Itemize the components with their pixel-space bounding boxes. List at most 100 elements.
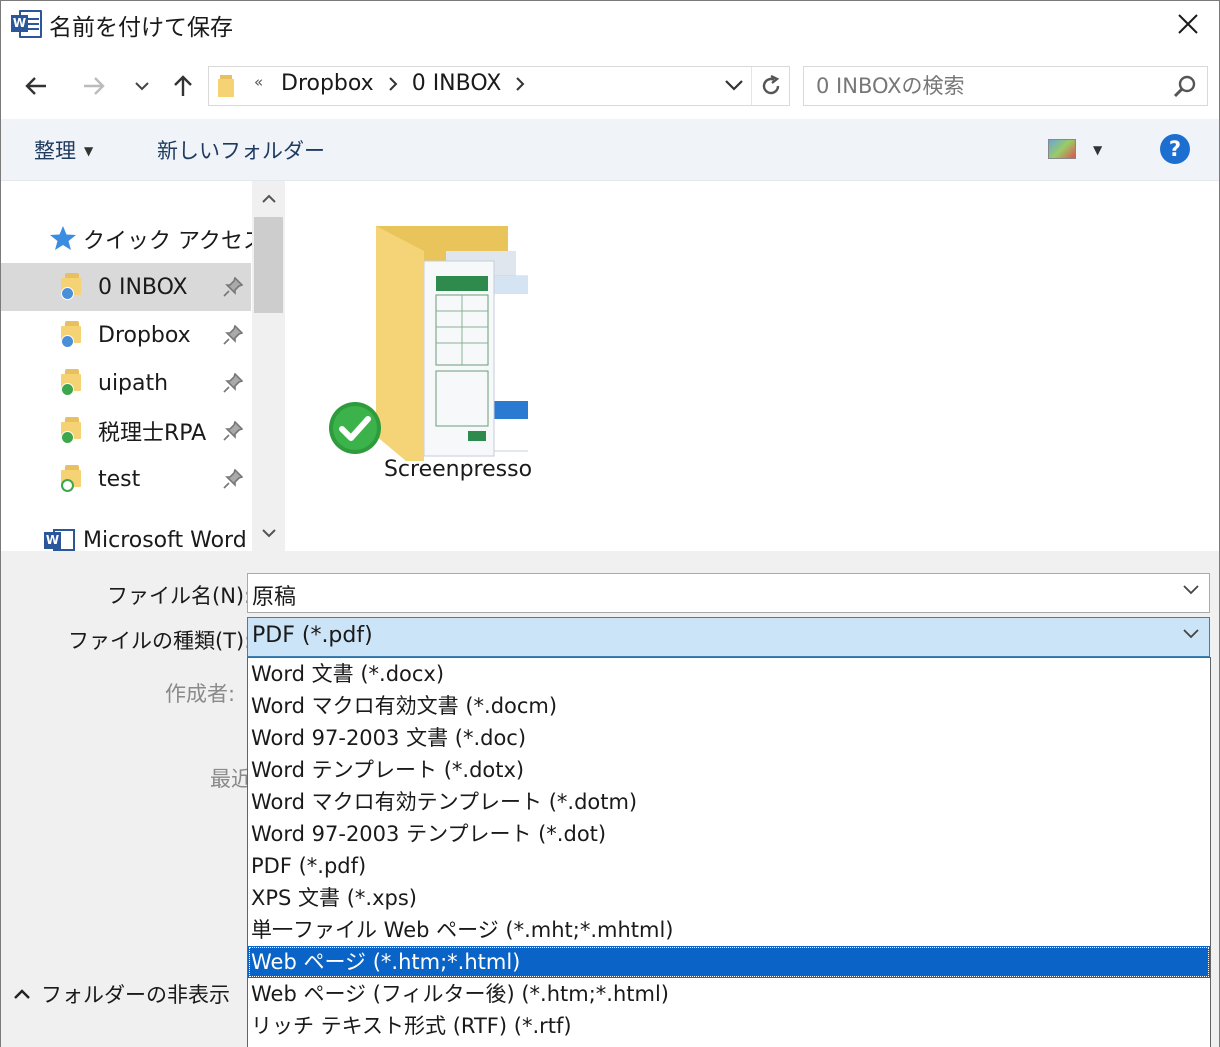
sidebar-item-dropbox[interactable]: Dropbox [1,311,251,359]
new-folder-button[interactable]: 新しいフォルダー [157,135,325,165]
filename-label: ファイル名(N): [107,584,252,608]
filetype-option[interactable]: Word マクロ有効文書 (*.docm) [248,690,1210,722]
folder-name: Screenpresso [383,457,533,482]
author-label: 作成者: [165,682,236,706]
organize-button[interactable]: 整理 ▼ [34,135,93,165]
filetype-option[interactable]: Web ページ (フィルター後) (*.htm;*.html) [248,978,1210,1010]
filetype-option[interactable]: XPS 文書 (*.xps) [248,882,1210,914]
close-icon [1178,14,1198,34]
arrow-left-icon [25,77,46,95]
breadcrumb: Dropbox 0 INBOX [281,71,539,96]
folder-icon [61,273,83,300]
sync-status-icon [61,287,74,300]
chevron-down-icon [261,529,276,538]
breadcrumb-item[interactable]: Dropbox [281,71,374,96]
breadcrumb-item[interactable]: 0 INBOX [412,71,502,96]
filetype-option[interactable]: Word マクロ有効テンプレート (*.dotm) [248,786,1210,818]
sidebar-item-microsoft-word[interactable]: Microsoft Word [83,528,247,551]
filetype-option[interactable]: リッチ テキスト形式 (RTF) (*.rtf) [248,1010,1210,1042]
folder-icon [61,417,83,444]
organize-label: 整理 [34,139,76,163]
filetype-option[interactable]: 単一ファイル Web ページ (*.mht;*.mhtml) [248,914,1210,946]
quick-access-header[interactable]: クイック アクセス [83,223,265,255]
recent-label: 最近 [210,767,252,791]
arrow-right-icon [84,77,105,95]
pin-icon[interactable] [223,469,243,489]
search-box [803,66,1208,106]
filetype-option[interactable]: Word テンプレート (*.dotx) [248,754,1210,786]
address-dropdown-icon[interactable] [725,79,743,91]
sidebar-item-label: Dropbox [98,322,191,348]
scroll-down-button[interactable] [252,515,285,551]
arrow-up-icon [174,75,192,96]
breadcrumb-overflow[interactable]: « [254,73,263,91]
filename-field[interactable]: 原稿 [247,573,1210,613]
folder-icon [61,321,83,348]
sidebar-item-uipath[interactable]: uipath [1,359,251,407]
filetype-option[interactable]: Word 97-2003 文書 (*.doc) [248,722,1210,754]
sidebar-item-label: 0 INBOX [98,274,188,300]
scroll-thumb[interactable] [254,217,283,313]
help-button[interactable]: ? [1160,134,1190,164]
refresh-icon [762,74,779,95]
back-button[interactable] [19,69,53,103]
file-list: Screenpresso [288,181,1219,551]
close-button[interactable] [1157,1,1219,47]
hide-folders-label: フォルダーの非表示 [41,983,230,1007]
chevron-right-icon[interactable] [388,76,398,91]
filename-value: 原稿 [252,585,297,610]
scroll-up-button[interactable] [252,181,285,217]
synced-check-icon [61,383,74,396]
pin-icon[interactable] [223,277,243,297]
view-options-caret-icon[interactable]: ▼ [1093,143,1102,157]
nav-pane-scrollbar[interactable] [252,181,285,551]
filetype-dropdown-list: Word 文書 (*.docx) Word マクロ有効文書 (*.docm) W… [247,657,1211,1047]
filetype-option[interactable]: Word 文書 (*.docx) [248,658,1210,690]
pin-icon[interactable] [223,421,243,441]
folder-icon [61,465,83,492]
search-input[interactable] [804,67,1164,105]
chevron-down-icon[interactable] [1183,629,1199,639]
refresh-button[interactable] [751,67,789,105]
forward-button[interactable] [77,69,111,103]
up-button[interactable] [166,69,200,103]
navigation-bar: « Dropbox 0 INBOX [1,47,1219,119]
sidebar-item-label: 税理士RPA [98,421,207,446]
chevron-up-icon [14,989,30,999]
save-as-dialog: W 名前を付けて保存 « Dropbox 0 INBOX 0 INBOXの検索 … [0,0,1220,1047]
search-icon[interactable] [1173,75,1197,99]
sidebar-item-test[interactable]: test [1,455,251,503]
change-view-icon[interactable] [1048,139,1076,159]
recent-locations-button[interactable] [125,69,159,103]
filetype-option[interactable]: PDF (*.pdf) [248,850,1210,882]
filetype-option-highlighted[interactable]: Web ページ (*.htm;*.html) [248,946,1210,978]
filetype-select[interactable]: PDF (*.pdf) [247,617,1210,657]
chevron-down-icon [135,82,149,91]
synced-check-icon [61,431,74,444]
star-icon [50,226,76,250]
chevron-up-icon [261,194,276,203]
synced-outline-icon [61,479,74,492]
word-app-icon: W [11,10,43,38]
word-icon: W [44,529,76,551]
pin-icon[interactable] [223,325,243,345]
navigation-pane: クイック アクセス 0 INBOX Dropbox uipath 税理士RPA … [1,181,285,551]
sync-complete-icon [329,402,381,454]
pin-icon[interactable] [223,373,243,393]
sidebar-item-label: uipath [98,370,169,396]
sync-status-icon [61,335,74,348]
sidebar-item-0-inbox[interactable]: 0 INBOX [1,263,251,311]
caret-down-icon: ▼ [84,144,94,158]
sidebar-item-label: test [98,466,141,492]
folder-icon [218,75,234,97]
filetype-option[interactable]: Word 97-2003 テンプレート (*.dot) [248,818,1210,850]
chevron-right-icon[interactable] [515,76,525,91]
sidebar-item-zeirishi-rpa[interactable]: 税理士RPA [1,407,251,455]
filetype-value: PDF (*.pdf) [252,623,373,648]
address-bar[interactable]: « Dropbox 0 INBOX [208,66,790,106]
chevron-down-icon[interactable] [1183,585,1199,595]
hide-folders-button[interactable]: フォルダーの非表示 [13,979,230,1009]
folder-icon [61,369,83,396]
filetype-label: ファイルの種類(T): [68,629,252,653]
title-bar: W 名前を付けて保存 [1,1,1219,47]
